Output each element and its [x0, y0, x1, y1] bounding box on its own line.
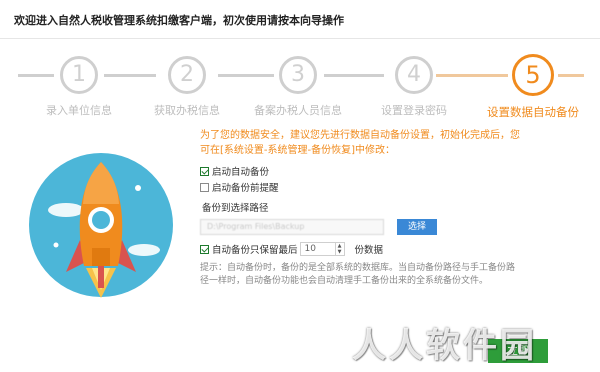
- step-2-number: 2: [168, 56, 206, 94]
- auto-backup-label: 启动自动备份: [212, 167, 270, 178]
- rocket-illustration: [26, 150, 176, 300]
- progress-steps: 1 录入单位信息 2 获取办税信息 3 备案办税人员信息 4 设置登录密码 5 …: [0, 52, 600, 122]
- step-3-label: 备案办税人员信息: [254, 104, 342, 117]
- backup-tip: 提示：自动备份时，备份的是全部系统的数据库。当自动备份路径与手工备份路径一样时，…: [200, 263, 516, 286]
- wizard-title: 欢迎进入自然人税收管理系统扣缴客户端，初次使用请按本向导操作: [14, 14, 344, 27]
- step-1-number: 1: [60, 56, 98, 94]
- backup-path-row: D:\Program Files\Backup 选择: [200, 219, 530, 235]
- browse-button[interactable]: 选择: [397, 219, 437, 235]
- step-4: 4 设置登录密码: [354, 52, 474, 118]
- step-1-label: 录入单位信息: [46, 104, 112, 117]
- keep-latest-row: 自动备份只保留最后 10 ▲ ▼ 份数据: [200, 242, 530, 256]
- step-3-number: 3: [279, 56, 317, 94]
- step-4-label: 设置登录密码: [381, 104, 447, 117]
- backup-path-input[interactable]: D:\Program Files\Backup: [200, 219, 384, 235]
- step-2-label: 获取办税信息: [154, 104, 220, 117]
- keep-unit-label: 份数据: [354, 245, 384, 256]
- auto-backup-row[interactable]: 启动自动备份: [200, 164, 530, 178]
- step-5: 5 设置数据自动备份: [473, 52, 593, 120]
- step-5-label: 设置数据自动备份: [487, 105, 579, 119]
- step-5-number: 5: [512, 54, 554, 96]
- rocket-icon: [29, 153, 173, 298]
- backup-settings-panel: 为了您的数据安全，建议您先进行数据自动备份设置，初始化完成后，您可在[系统设置-…: [200, 128, 530, 288]
- keep-count-stepper[interactable]: ▲ ▼: [335, 242, 345, 256]
- backup-notice: 为了您的数据安全，建议您先进行数据自动备份设置，初始化完成后，您可在[系统设置-…: [200, 130, 520, 156]
- stepper-down-icon[interactable]: ▼: [336, 249, 344, 255]
- step-3: 3 备案办税人员信息: [238, 52, 358, 118]
- step-4-number: 4: [395, 56, 433, 94]
- step-2: 2 获取办税信息: [127, 52, 247, 118]
- watermark-text: 人人软件园: [352, 326, 537, 366]
- remind-before-label: 启动备份前提醒: [212, 183, 279, 194]
- keep-count-input[interactable]: 10: [299, 242, 336, 256]
- title-divider: [0, 38, 600, 39]
- remind-before-checkbox[interactable]: [200, 182, 209, 192]
- keep-latest-label: 自动备份只保留最后: [212, 245, 298, 256]
- keep-latest-checkbox[interactable]: [200, 244, 209, 254]
- remind-before-row[interactable]: 启动备份前提醒: [200, 180, 530, 194]
- step-1: 1 录入单位信息: [19, 52, 139, 118]
- backup-path-label: 备份到选择路径: [202, 203, 269, 214]
- auto-backup-checkbox[interactable]: [200, 166, 209, 176]
